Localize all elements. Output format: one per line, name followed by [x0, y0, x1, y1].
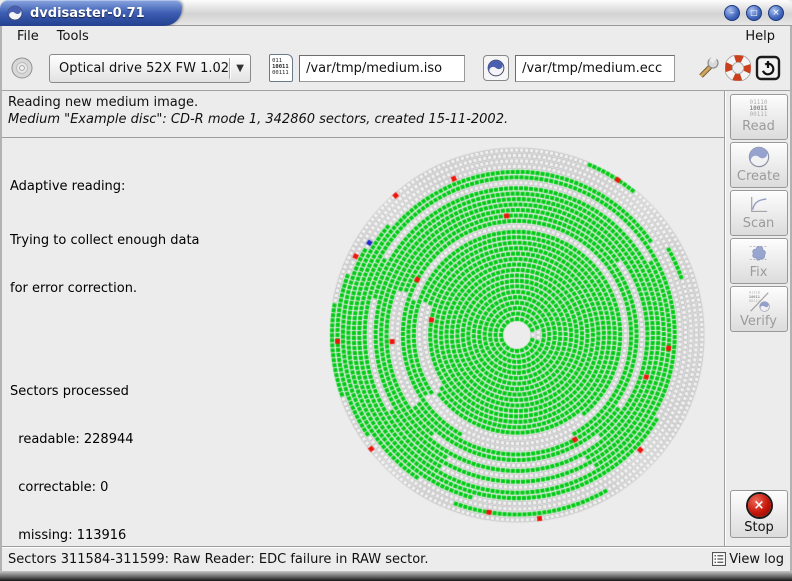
verify-button[interactable]: 01110 10011 00111 Verify — [730, 286, 788, 332]
title-tab: dvdisaster-0.71 — [0, 0, 182, 26]
stop-button[interactable]: × Stop — [730, 490, 788, 538]
stat-correctable: correctable: 0 — [10, 480, 233, 496]
window-title: dvdisaster-0.71 — [30, 6, 145, 21]
status-message: Sectors 311584-311599: Raw Reader: EDC f… — [8, 552, 712, 567]
stop-icon: × — [748, 494, 771, 517]
operation-status-header: Reading new medium image. Medium "Exampl… — [0, 91, 724, 138]
reading-info-panel: Adaptive reading: Trying to collect enou… — [10, 147, 233, 581]
info-note-line1: Trying to collect enough data — [10, 233, 233, 249]
menubar: File Tools Help — [0, 26, 792, 46]
log-list-icon — [712, 552, 726, 566]
toolbar: Optical drive 52X FW 1.02 ▼ 011 10011 00… — [0, 46, 792, 91]
minimize-button[interactable]: – — [724, 5, 740, 21]
dvdisaster-window: dvdisaster-0.71 – □ × File Tools Help Op… — [0, 0, 792, 581]
info-heading: Adaptive reading: — [10, 179, 233, 195]
scan-curve-icon — [748, 195, 770, 215]
window-left-border — [0, 26, 2, 571]
sectors-processed-title: Sectors processed — [10, 384, 233, 400]
window-bottom-border — [0, 571, 792, 581]
stat-readable: readable: 228944 — [10, 432, 233, 448]
menu-tools[interactable]: Tools — [48, 28, 98, 45]
info-note-line2: for error correction. — [10, 281, 233, 297]
view-log-label: View log — [729, 552, 784, 567]
main-area: Adaptive reading: Trying to collect enou… — [0, 138, 724, 546]
read-binary-icon: 01110 10011 00111 — [749, 100, 767, 118]
view-log-button[interactable]: View log — [712, 552, 784, 567]
power-quit-icon[interactable] — [755, 53, 781, 83]
app-logo-yinyang-icon — [7, 5, 23, 21]
scan-button[interactable]: Scan — [730, 190, 788, 236]
fix-blob-icon — [748, 242, 770, 264]
maximize-button[interactable]: □ — [746, 5, 762, 21]
close-button[interactable]: × — [768, 5, 784, 21]
iso-path-input[interactable] — [299, 55, 465, 82]
ecc-path-input[interactable] — [515, 55, 675, 82]
drive-selector-dropdown[interactable]: Optical drive 52X FW 1.02 ▼ — [49, 54, 251, 83]
menu-help[interactable]: Help — [736, 28, 784, 45]
verify-compare-icon: 01110 10011 00111 — [747, 289, 771, 313]
chevron-down-icon: ▼ — [230, 63, 250, 74]
action-sidebar: 01110 10011 00111 Read Create Scan — [724, 91, 792, 546]
statusbar: Sectors 311584-311599: Raw Reader: EDC f… — [0, 546, 792, 571]
read-button[interactable]: 01110 10011 00111 Read — [730, 94, 788, 140]
lifebuoy-icon[interactable] — [725, 53, 751, 83]
operation-title: Reading new medium image. — [8, 95, 724, 110]
titlebar: dvdisaster-0.71 – □ × — [0, 0, 792, 26]
create-yinyang-icon — [748, 146, 770, 168]
menu-file[interactable]: File — [8, 28, 48, 45]
drive-selector-value: Optical drive 52X FW 1.02 — [50, 61, 229, 76]
medium-description: Medium "Example disc": CD-R mode 1, 3428… — [8, 112, 724, 127]
preferences-wrench-icon[interactable] — [695, 53, 721, 83]
stat-missing: missing: 113916 — [10, 528, 233, 544]
create-button[interactable]: Create — [730, 142, 788, 188]
ecc-file-icon — [483, 55, 509, 81]
fix-button[interactable]: Fix — [730, 238, 788, 284]
cd-disc-icon — [10, 56, 34, 80]
sector-map-visualization — [325, 141, 715, 533]
iso-image-icon: 011 10011 00111 — [269, 54, 293, 82]
